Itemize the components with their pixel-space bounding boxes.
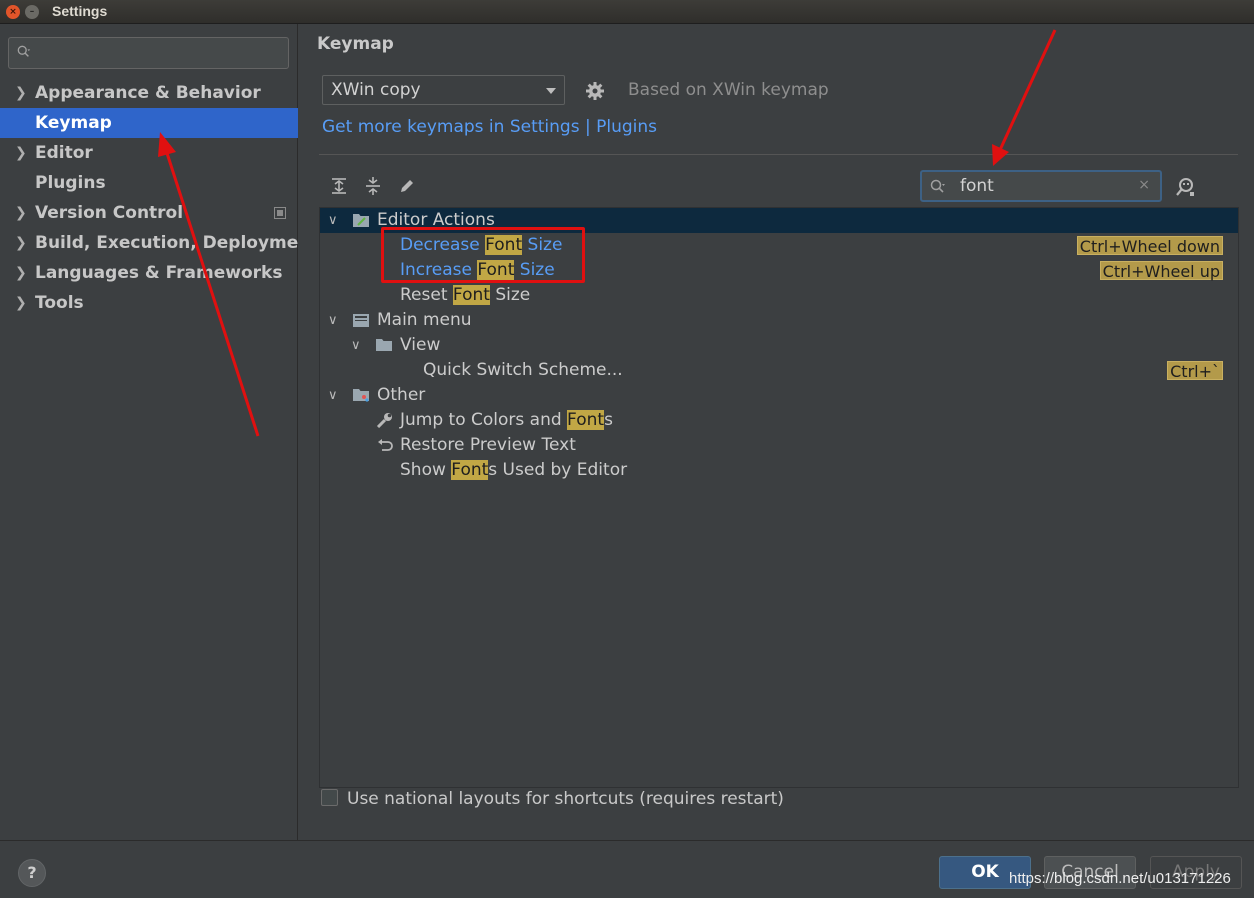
page-title: Keymap (317, 34, 394, 54)
search-match-highlight: Font (451, 460, 489, 480)
action-label: Restore Preview Text (400, 435, 576, 455)
dropdown-arrow-icon (546, 88, 556, 94)
shortcut-badge: Ctrl+Wheel up (1099, 261, 1223, 281)
sidebar-item-label: Languages & Frameworks (35, 263, 283, 283)
menu-icon (353, 314, 369, 327)
window-minimize-button[interactable]: – (25, 5, 39, 19)
sidebar-item-version-control[interactable]: ❯ Version Control (0, 198, 298, 228)
sidebar-item-appearance-behavior[interactable]: ❯ Appearance & Behavior (0, 78, 298, 108)
chevron-right-icon: ❯ (15, 145, 27, 161)
tree-row-show-fonts-used[interactable]: Show Fonts Used by Editor (320, 458, 1238, 483)
keymap-panel: Keymap XWin copy Based on XWin keymap Ge… (299, 24, 1254, 840)
settings-nav: ❯ Appearance & Behavior Keymap ❯ Editor … (0, 78, 298, 318)
search-icon (17, 45, 31, 57)
get-more-keymaps-link[interactable]: Get more keymaps in Settings | Plugins (322, 117, 657, 137)
chevron-down-icon: ∨ (328, 213, 338, 228)
sidebar-item-editor[interactable]: ❯ Editor (0, 138, 298, 168)
tree-row-restore-preview-text[interactable]: Restore Preview Text (320, 433, 1238, 458)
keymap-select[interactable]: XWin copy (322, 75, 565, 105)
based-on-label: Based on XWin keymap (628, 80, 829, 100)
settings-sidebar: ❯ Appearance & Behavior Keymap ❯ Editor … (0, 24, 298, 840)
sidebar-item-label: Tools (35, 293, 84, 313)
action-label: Quick Switch Scheme... (423, 360, 623, 380)
tree-node-label: Other (377, 385, 426, 405)
gear-icon[interactable] (585, 81, 605, 101)
divider (319, 154, 1238, 155)
edit-pencil-icon[interactable] (397, 176, 417, 196)
chevron-right-icon: ❯ (15, 85, 27, 101)
sidebar-item-label: Version Control (35, 203, 184, 223)
find-by-shortcut-icon[interactable] (1174, 176, 1196, 198)
chevron-right-icon: ❯ (15, 205, 27, 221)
clear-search-icon[interactable]: × (1138, 177, 1150, 193)
chevron-down-icon: ∨ (328, 388, 338, 403)
tree-node-other[interactable]: ∨ Other (320, 383, 1238, 408)
search-match-highlight: Font (567, 410, 605, 430)
project-settings-icon (274, 207, 286, 219)
keymap-select-value: XWin copy (331, 80, 421, 100)
sidebar-item-build-execution-deployment[interactable]: ❯ Build, Execution, Deployment (0, 228, 298, 258)
title-bar: × – Settings (0, 0, 1254, 24)
sidebar-item-plugins[interactable]: Plugins (0, 168, 298, 198)
undo-icon (378, 439, 393, 451)
sidebar-item-label: Editor (35, 143, 93, 163)
editor-actions-icon (353, 214, 369, 227)
settings-search-field[interactable] (8, 37, 289, 69)
action-search-field[interactable]: × (920, 170, 1162, 202)
shortcut-badge: Ctrl+Wheel down (1076, 236, 1223, 256)
chevron-right-icon: ❯ (15, 235, 27, 251)
chevron-right-icon: ❯ (15, 265, 27, 281)
tree-node-label: View (400, 335, 441, 355)
other-folder-icon (353, 389, 369, 402)
annotation-highlight-box (381, 227, 585, 283)
chevron-right-icon: ❯ (15, 295, 27, 311)
national-layouts-option[interactable]: Use national layouts for shortcuts (requ… (321, 788, 784, 809)
sidebar-item-keymap[interactable]: Keymap (0, 108, 298, 138)
action-label: Jump to Colors and Fonts (400, 410, 613, 430)
action-search-input[interactable] (960, 175, 1130, 197)
tree-row-reset-font-size[interactable]: Reset Font Size (320, 283, 1238, 308)
action-label: Reset Font Size (400, 285, 531, 305)
folder-icon (376, 339, 392, 351)
action-label: Show Fonts Used by Editor (400, 460, 628, 480)
national-layouts-label: Use national layouts for shortcuts (requ… (347, 789, 784, 809)
tree-row-quick-switch-scheme[interactable]: Quick Switch Scheme... Ctrl+` (320, 358, 1238, 383)
chevron-down-icon: ∨ (328, 313, 338, 328)
tree-node-view[interactable]: ∨ View (320, 333, 1238, 358)
sidebar-item-label: Appearance & Behavior (35, 83, 261, 103)
help-button[interactable]: ? (18, 859, 46, 887)
keymap-tree[interactable]: ∨ Editor Actions Decrease Font Size Ctrl… (319, 207, 1239, 788)
tree-node-main-menu[interactable]: ∨ Main menu (320, 308, 1238, 333)
sidebar-item-languages-frameworks[interactable]: ❯ Languages & Frameworks (0, 258, 298, 288)
chevron-down-icon: ∨ (351, 338, 361, 353)
sidebar-item-label: Plugins (35, 173, 106, 193)
sidebar-item-label: Keymap (35, 113, 112, 133)
expand-all-icon[interactable] (329, 176, 349, 196)
shortcut-badge: Ctrl+` (1167, 361, 1223, 381)
window-title: Settings (52, 3, 108, 19)
search-icon (930, 179, 945, 193)
search-match-highlight: Font (452, 285, 490, 305)
wrench-icon (376, 413, 392, 428)
window-close-button[interactable]: × (6, 5, 20, 19)
tree-row-jump-to-colors-fonts[interactable]: Jump to Colors and Fonts (320, 408, 1238, 433)
sidebar-item-tools[interactable]: ❯ Tools (0, 288, 298, 318)
sidebar-item-label: Build, Execution, Deployment (35, 233, 298, 253)
national-layouts-checkbox[interactable] (321, 788, 338, 806)
tree-node-label: Main menu (377, 310, 472, 330)
watermark-text: https://blog.csdn.net/u013171226 (1009, 870, 1231, 887)
collapse-all-icon[interactable] (363, 176, 383, 196)
dialog-footer: ? OK Cancel Apply https://blog.csdn.net/… (0, 840, 1254, 898)
